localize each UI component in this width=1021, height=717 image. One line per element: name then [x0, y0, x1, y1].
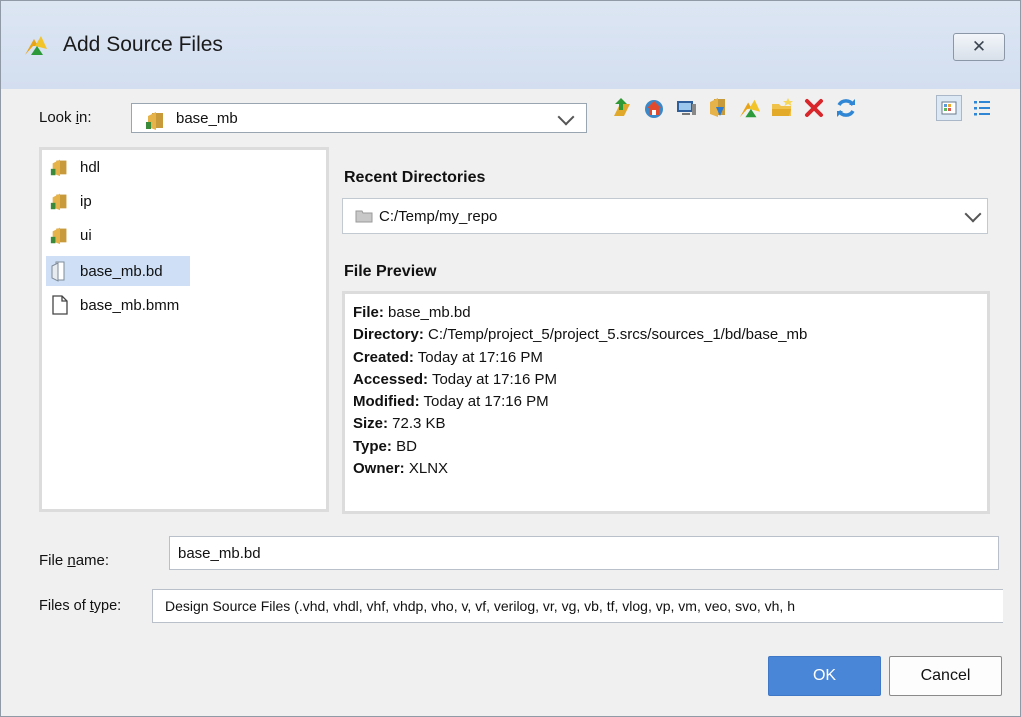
vivado-logo-icon[interactable]: [737, 95, 763, 121]
list-item-label: base_mb.bmm: [80, 296, 180, 314]
bd-file-icon: [48, 259, 72, 283]
icon-view-icon[interactable]: [936, 95, 962, 121]
preview-owner-row: Owner: XLNX: [353, 460, 449, 478]
folder-icon: [48, 223, 72, 247]
preview-size-row: Size: 72.3 KB: [353, 415, 446, 433]
folder-icon: [48, 155, 72, 179]
look-in-value: base_mb: [176, 110, 238, 127]
files-of-type-value: Design Source Files (.vhd, vhdl, vhf, vh…: [165, 598, 795, 614]
folder-icon: [48, 189, 72, 213]
recent-directories-title: Recent Directories: [344, 169, 486, 186]
recent-directory-value: C:/Temp/my_repo: [379, 208, 498, 225]
files-of-type-combobox[interactable]: Design Source Files (.vhd, vhdl, vhf, vh…: [152, 589, 1003, 623]
file-name-label: File name:: [39, 552, 110, 569]
look-in-combobox[interactable]: base_mb: [131, 103, 587, 133]
file-list[interactable]: hdl ip ui base_mb.bd base_mb.bmm: [39, 147, 329, 512]
desktop-icon[interactable]: [673, 95, 699, 121]
list-item-hdl[interactable]: hdl: [46, 152, 100, 182]
chevron-down-icon: [557, 108, 575, 126]
preview-file-row: File: base_mb.bd: [353, 304, 471, 321]
preview-type-row: Type: BD: [353, 437, 417, 455]
look-in-label: Look in:: [39, 109, 92, 126]
recent-directories-combobox[interactable]: C:/Temp/my_repo: [342, 198, 988, 234]
folder-icon: [146, 112, 163, 130]
list-item-label: base_mb.bd: [80, 262, 163, 280]
file-preview-title: File Preview: [344, 263, 437, 280]
close-icon: ✕: [971, 37, 987, 56]
vivado-logo-icon: [25, 36, 47, 55]
preview-created-row: Created: Today at 17:16 PM: [353, 348, 543, 366]
bookmark-folder-icon[interactable]: [705, 95, 731, 121]
up-folder-icon[interactable]: [609, 95, 635, 121]
window-title: Add Source Files: [63, 33, 223, 56]
details-view-icon[interactable]: [969, 95, 995, 121]
document-icon: [48, 293, 72, 317]
list-item-ip[interactable]: ip: [46, 186, 92, 216]
list-item-label: ui: [80, 226, 92, 244]
title-bar[interactable]: Add Source Files ✕: [1, 1, 1020, 89]
folder-icon: [355, 210, 373, 223]
preview-accessed-row: Accessed: Today at 17:16 PM: [353, 370, 558, 388]
delete-icon[interactable]: [801, 95, 827, 121]
files-of-type-label: Files of type:: [39, 598, 122, 614]
file-preview-panel: File: base_mb.bd Directory: C:/Temp/proj…: [342, 291, 990, 514]
refresh-icon[interactable]: [833, 95, 859, 121]
new-folder-icon[interactable]: [769, 95, 795, 121]
list-item-label: ip: [80, 192, 92, 210]
cancel-button[interactable]: Cancel: [889, 656, 1002, 696]
preview-directory-row: Directory: C:/Temp/project_5/project_5.s…: [353, 326, 808, 344]
list-item-base-mb-bd[interactable]: base_mb.bd: [46, 256, 190, 286]
chevron-down-icon: [964, 205, 982, 223]
file-name-value: base_mb.bd: [178, 545, 261, 562]
close-button[interactable]: ✕: [953, 33, 1005, 61]
list-item-label: hdl: [80, 158, 101, 176]
home-icon[interactable]: [641, 95, 667, 121]
dialog-content: Look in: base_mb hdl ip ui base_mb.bd ba…: [1, 89, 1020, 716]
list-item-ui[interactable]: ui: [46, 220, 92, 250]
add-source-files-dialog: Add Source Files ✕ Look in: base_mb hdl: [0, 0, 1021, 717]
preview-modified-row: Modified: Today at 17:16 PM: [353, 393, 549, 411]
list-item-base-mb-bmm[interactable]: base_mb.bmm: [46, 290, 179, 320]
ok-button[interactable]: OK: [768, 656, 881, 696]
file-name-field[interactable]: base_mb.bd: [169, 536, 999, 570]
